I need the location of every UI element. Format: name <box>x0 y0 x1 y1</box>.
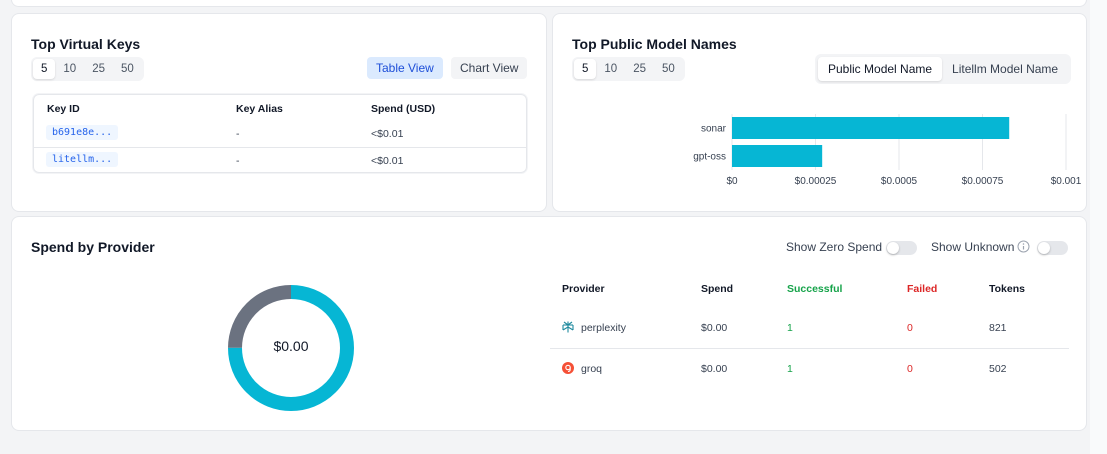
donut-center-value: $0.00 <box>273 338 309 354</box>
limit-option-5[interactable]: 5 <box>33 59 56 79</box>
provider-spend: $0.00 <box>701 363 728 375</box>
top-virtual-keys-card: Top Virtual Keys 5 10 25 50 Table View C… <box>11 13 547 212</box>
limit-option-25[interactable]: 25 <box>84 59 113 79</box>
provider-name: perplexity <box>581 322 626 334</box>
column-header-spend: Spend <box>701 283 734 295</box>
card-title: Top Virtual Keys <box>31 36 141 52</box>
provider-tokens: 502 <box>989 363 1007 375</box>
limit-option-5[interactable]: 5 <box>574 59 597 79</box>
key-alias-cell: - <box>236 128 240 140</box>
limit-option-10[interactable]: 10 <box>596 59 625 79</box>
table-row: litellm... - <$0.01 <box>34 147 526 173</box>
table-row: b691e8e... - <$0.01 <box>34 121 526 147</box>
model-spend-bar-chart: $0 $0.00025 $0.0005 $0.00075 $0.001 sonar gpt-… <box>693 114 1082 187</box>
x-tick-label: $0.00075 <box>962 176 1004 187</box>
show-zero-spend-toggle[interactable] <box>886 241 917 255</box>
y-category-label: sonar <box>701 124 727 135</box>
column-header-provider: Provider <box>562 283 605 295</box>
provider-failed: 0 <box>907 322 913 334</box>
model-name-tabs: Public Model Name Litellm Model Name <box>815 54 1072 84</box>
spend-by-provider-card: Spend by Provider Show Zero Spend Show U… <box>11 216 1087 431</box>
provider-failed: 0 <box>907 363 913 375</box>
provider-successful: 1 <box>787 322 793 334</box>
table-view-button[interactable]: Table View <box>367 57 443 79</box>
y-category-label: gpt-oss <box>693 152 726 163</box>
limit-selector: 5 10 25 50 <box>572 57 685 81</box>
row-divider <box>550 348 1069 349</box>
tab-litellm-model-name[interactable]: Litellm Model Name <box>942 57 1068 81</box>
limit-option-50[interactable]: 50 <box>654 59 683 79</box>
top-model-names-card: Top Public Model Names 5 10 25 50 Public… <box>552 13 1087 212</box>
page-scrollbar[interactable] <box>1090 0 1107 454</box>
tab-public-model-name[interactable]: Public Model Name <box>818 57 943 81</box>
perplexity-icon <box>562 321 574 333</box>
chart-view-button[interactable]: Chart View <box>451 57 528 79</box>
card-title: Spend by Provider <box>31 239 155 255</box>
provider-successful: 1 <box>787 363 793 375</box>
keys-table: Key ID Key Alias Spend (USD) b691e8e... … <box>33 94 527 173</box>
show-zero-spend-label: Show Zero Spend <box>786 240 883 254</box>
spend-cell: <$0.01 <box>371 155 404 167</box>
bar-gpt-oss <box>732 145 823 167</box>
spend-cell: <$0.01 <box>371 128 404 140</box>
provider-spend: $0.00 <box>701 322 728 334</box>
x-tick-label: $0.001 <box>1051 176 1082 187</box>
column-header-spend: Spend (USD) <box>371 103 436 115</box>
x-tick-label: $0.00025 <box>795 176 837 187</box>
info-icon[interactable] <box>1017 240 1030 253</box>
key-id-link[interactable]: b691e8e... <box>46 125 119 140</box>
provider-tokens: 821 <box>989 322 1007 334</box>
show-unknown-label: Show Unknown <box>931 240 1015 254</box>
groq-icon <box>562 362 574 374</box>
bar-sonar <box>732 117 1010 139</box>
x-tick-label: $0.0005 <box>881 176 918 187</box>
column-header-tokens: Tokens <box>989 283 1025 295</box>
limit-option-10[interactable]: 10 <box>55 59 84 79</box>
x-tick-label: $0 <box>726 176 738 187</box>
key-id-link[interactable]: litellm... <box>46 152 119 167</box>
column-header-failed: Failed <box>907 283 938 295</box>
key-alias-cell: - <box>236 155 240 167</box>
previous-card-edge <box>11 0 1087 7</box>
column-header-key-alias: Key Alias <box>236 103 283 115</box>
column-header-key-id: Key ID <box>47 103 80 115</box>
column-header-successful: Successful <box>787 283 843 295</box>
show-unknown-toggle[interactable] <box>1037 241 1068 255</box>
card-title: Top Public Model Names <box>572 36 737 52</box>
limit-option-50[interactable]: 50 <box>113 59 142 79</box>
provider-name: groq <box>581 363 603 375</box>
limit-selector: 5 10 25 50 <box>31 57 144 81</box>
limit-option-25[interactable]: 25 <box>625 59 654 79</box>
